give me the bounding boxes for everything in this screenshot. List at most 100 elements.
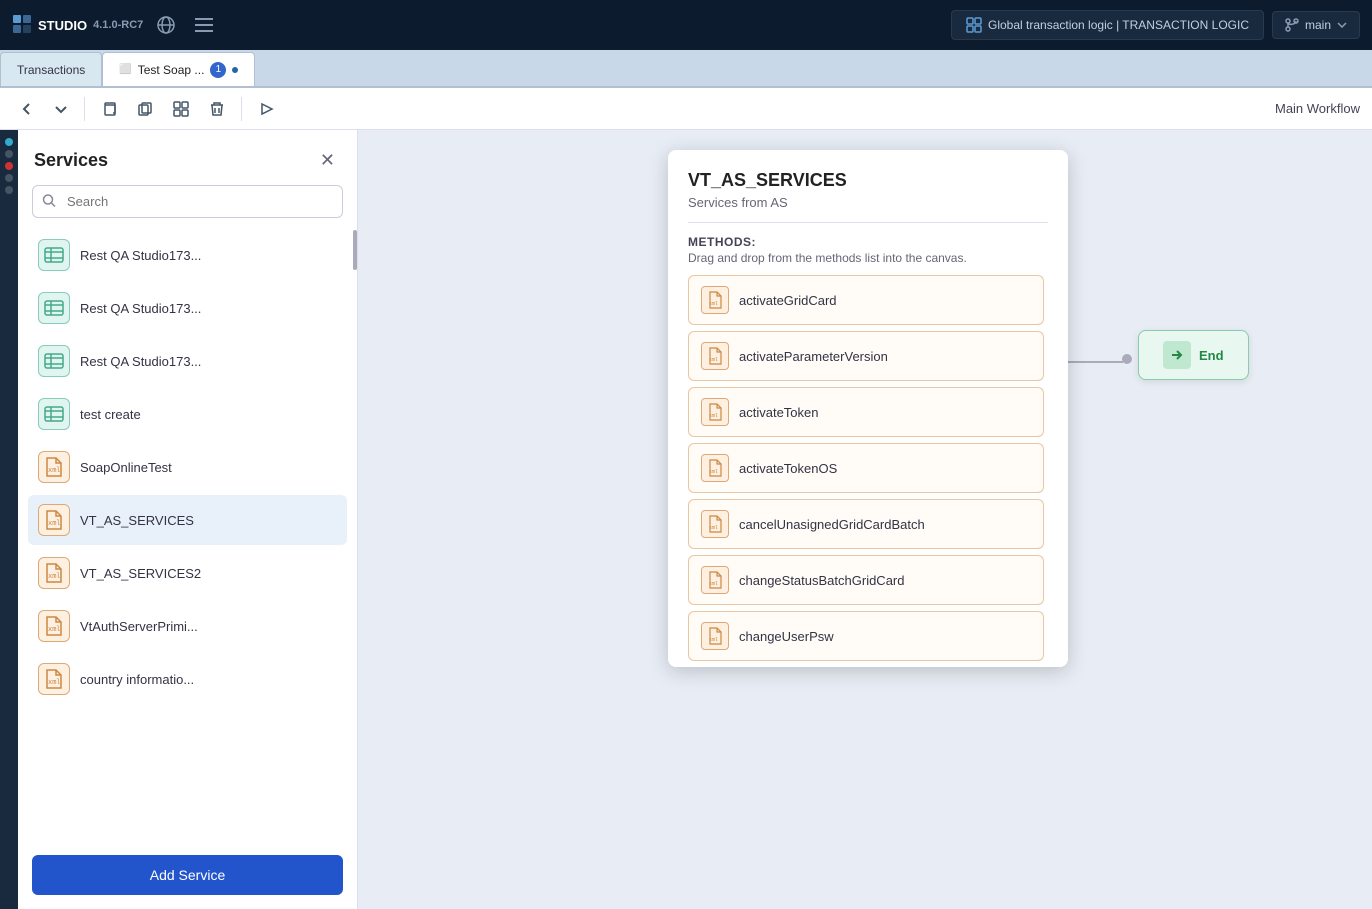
list-item[interactable]: Rest QA Studio173... — [28, 336, 347, 386]
add-service-button[interactable]: Add Service — [32, 855, 343, 895]
method-item[interactable]: xml activateGridCard — [688, 275, 1044, 325]
svg-text:xml: xml — [709, 581, 718, 587]
svg-text:xml: xml — [709, 357, 718, 363]
list-item[interactable]: Rest QA Studio173... — [28, 230, 347, 280]
service-rest-icon — [38, 345, 70, 377]
scroll-indicator — [353, 230, 357, 270]
method-icon: xml — [701, 510, 729, 538]
services-header: Services ✕ — [18, 130, 357, 185]
popup-title: VT_AS_SERVICES — [688, 170, 1048, 191]
list-item[interactable]: xml VT_AS_SERVICES — [28, 495, 347, 545]
service-name: Rest QA Studio173... — [80, 248, 201, 263]
end-node-label: End — [1199, 348, 1224, 363]
copy-button[interactable] — [93, 95, 125, 123]
method-icon: xml — [701, 566, 729, 594]
service-name: VT_AS_SERVICES2 — [80, 566, 201, 581]
service-rest-icon — [38, 239, 70, 271]
services-panel-title: Services — [34, 150, 108, 171]
close-services-button[interactable]: ✕ — [314, 148, 341, 173]
svg-text:xml: xml — [48, 519, 61, 527]
popup-methods-hint: Drag and drop from the methods list into… — [688, 251, 1048, 265]
list-item[interactable]: xml country informatio... — [28, 654, 347, 704]
list-item[interactable]: xml VtAuthServerPrimi... — [28, 601, 347, 651]
method-item[interactable]: xml activateParameterVersion — [688, 331, 1044, 381]
method-item[interactable]: xml cancelUnasignedGridCardBatch — [688, 499, 1044, 549]
method-item[interactable]: xml activateToken — [688, 387, 1044, 437]
layout-button[interactable] — [165, 95, 197, 123]
tab-test-soap[interactable]: ⬜ Test Soap ... 1 — [102, 52, 255, 86]
globe-button[interactable] — [151, 10, 181, 40]
tab-dot — [232, 67, 238, 73]
service-soap-icon: xml — [38, 504, 70, 536]
list-item[interactable]: Rest QA Studio173... — [28, 283, 347, 333]
method-icon: xml — [701, 342, 729, 370]
search-input[interactable] — [32, 185, 343, 218]
method-item[interactable]: xml changeStatusBatchGridCard — [688, 555, 1044, 605]
method-name: activateToken — [739, 405, 819, 420]
method-name: changeStatusBatchGridCard — [739, 573, 904, 588]
svg-text:xml: xml — [48, 678, 61, 686]
popup-subtitle: Services from AS — [688, 195, 1048, 210]
method-item[interactable]: xml changeUserPsw — [688, 611, 1044, 661]
play-button[interactable] — [250, 95, 282, 123]
app-name: STUDIO — [38, 18, 87, 33]
method-icon: xml — [701, 286, 729, 314]
svg-text:xml: xml — [48, 466, 61, 474]
method-item[interactable]: xml activateTokenOS — [688, 443, 1044, 493]
main-layout: Services ✕ — [0, 130, 1372, 909]
branch-button[interactable]: main — [1272, 11, 1360, 39]
chevron-left-button[interactable] — [12, 96, 42, 122]
sidebar-indicator-2 — [5, 150, 13, 158]
delete-button[interactable] — [201, 95, 233, 123]
service-popup: VT_AS_SERVICES Services from AS METHODS:… — [668, 150, 1068, 667]
menu-button[interactable] — [189, 12, 219, 38]
top-nav: STUDIO 4.1.0-RC7 Global transaction logi… — [0, 0, 1372, 50]
service-soap-icon: xml — [38, 663, 70, 695]
services-panel: Services ✕ — [18, 130, 358, 909]
svg-text:xml: xml — [48, 625, 61, 633]
svg-text:xml: xml — [709, 469, 718, 475]
svg-text:xml: xml — [48, 572, 61, 580]
popup-methods-list: xml activateGridCard xml activateParamet… — [688, 275, 1048, 667]
method-icon: xml — [701, 398, 729, 426]
tab-test-soap-label: Test Soap ... — [138, 63, 205, 77]
method-name: changeUserPsw — [739, 629, 834, 644]
toolbar-divider-2 — [241, 97, 242, 121]
list-item[interactable]: xml SoapOnlineTest — [28, 442, 347, 492]
sidebar-indicator-1 — [5, 138, 13, 146]
service-name: SoapOnlineTest — [80, 460, 172, 475]
popup-methods-label: METHODS: — [688, 235, 1048, 249]
svg-text:xml: xml — [709, 413, 718, 419]
service-name: VtAuthServerPrimi... — [80, 619, 198, 634]
branch-label: main — [1305, 18, 1331, 32]
method-name: activateGridCard — [739, 293, 837, 308]
tab-transactions[interactable]: Transactions — [0, 52, 102, 86]
duplicate-button[interactable] — [129, 95, 161, 123]
method-icon: xml — [701, 454, 729, 482]
list-item[interactable]: test create — [28, 389, 347, 439]
popup-divider — [688, 222, 1048, 223]
end-node-icon — [1163, 341, 1191, 369]
logo-icon — [12, 14, 32, 37]
sidebar-indicator-5 — [5, 186, 13, 194]
method-name: activateTokenOS — [739, 461, 837, 476]
service-name: test create — [80, 407, 141, 422]
canvas-area: VT_AS_SERVICES Services from AS METHODS:… — [358, 130, 1372, 909]
app-version: 4.1.0-RC7 — [93, 19, 143, 31]
svg-text:xml: xml — [709, 637, 718, 643]
method-name: activateParameterVersion — [739, 349, 888, 364]
list-item[interactable]: xml VT_AS_SERVICES2 — [28, 548, 347, 598]
method-icon: xml — [701, 622, 729, 650]
tab-transactions-label: Transactions — [17, 63, 85, 77]
transaction-logic-label: Global transaction logic | TRANSACTION L… — [988, 18, 1249, 32]
service-name: country informatio... — [80, 672, 194, 687]
service-name: Rest QA Studio173... — [80, 354, 201, 369]
chevron-down-toolbar-button[interactable] — [46, 96, 76, 122]
sidebar-indicator-3 — [5, 162, 13, 170]
workflow-title: Main Workflow — [1275, 101, 1360, 116]
tab-badge: 1 — [210, 62, 226, 78]
end-node[interactable]: End — [1138, 330, 1249, 380]
transaction-logic-button[interactable]: Global transaction logic | TRANSACTION L… — [951, 10, 1264, 40]
sidebar-indicator-4 — [5, 174, 13, 182]
svg-text:xml: xml — [709, 301, 718, 307]
